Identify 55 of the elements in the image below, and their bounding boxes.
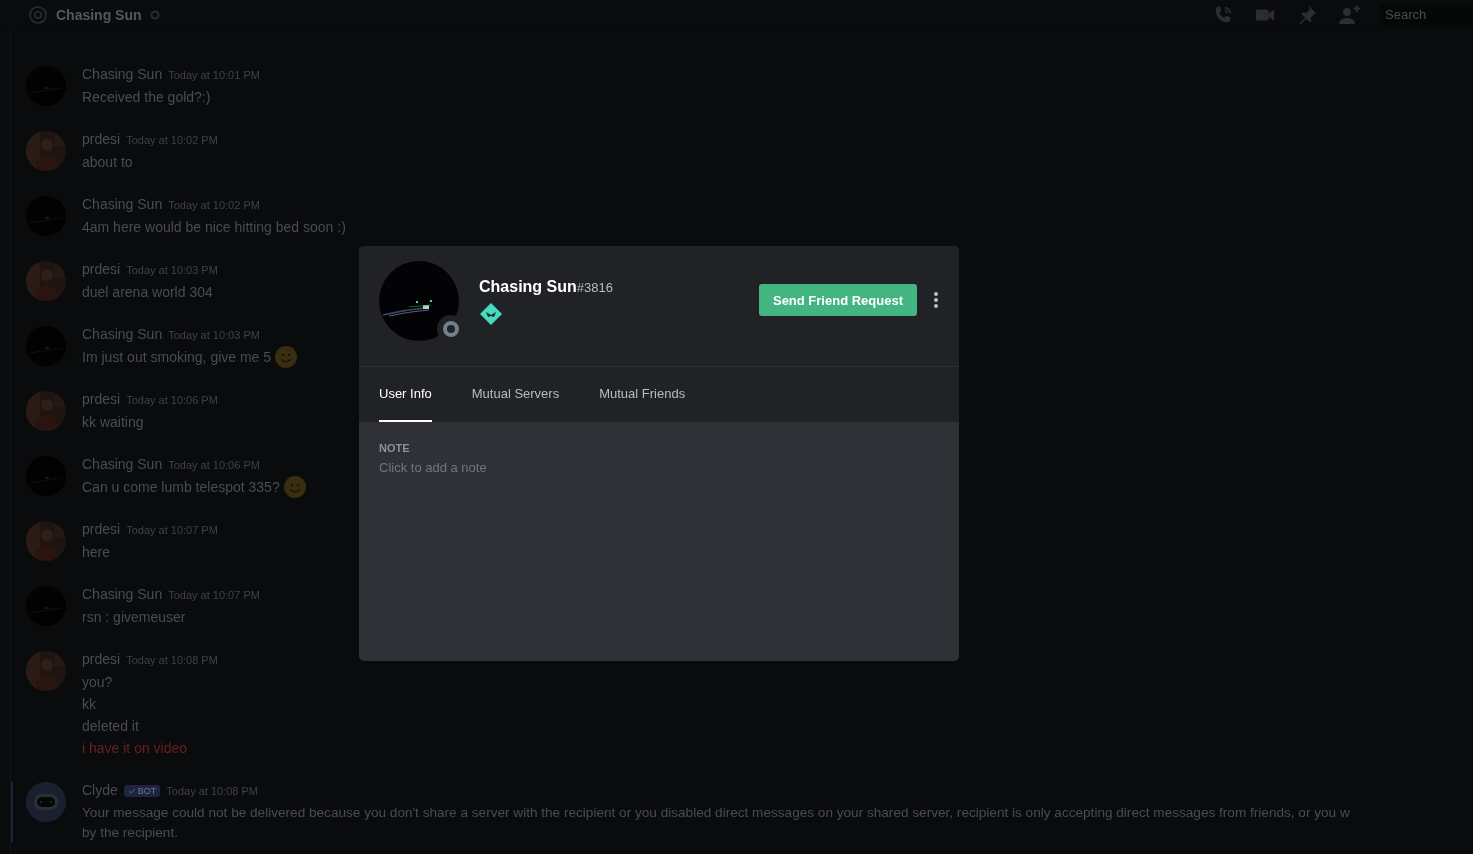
message-text: Your message could not be delivered because you don't share a server with the recipient or you disabled direct messages on your shared server, recipient is only accepting direct messages from friends, or you w bbox=[82, 804, 1350, 820]
profile-tab[interactable]: Mutual Servers bbox=[471, 367, 560, 422]
profile-tab[interactable]: Mutual Friends bbox=[599, 367, 686, 422]
message-text: Received the gold?:) bbox=[82, 89, 211, 105]
message-text: Im just out smoking, give me 5 bbox=[82, 349, 272, 365]
timestamp: Today at 10:06 PM bbox=[126, 394, 218, 406]
author-name[interactable]: prdesi bbox=[82, 651, 121, 667]
smiley-icon bbox=[275, 346, 298, 368]
message-text: rsn : givemeuser bbox=[82, 609, 186, 625]
message-text: about to bbox=[82, 154, 133, 170]
timestamp: Today at 10:07 PM bbox=[168, 589, 260, 601]
bot-avatar-icon bbox=[26, 782, 66, 822]
message-text: by the recipient. bbox=[82, 824, 178, 840]
timestamp: Today at 10:03 PM bbox=[168, 329, 260, 341]
author-name[interactable]: prdesi bbox=[82, 261, 121, 277]
timestamp: Today at 10:01 PM bbox=[168, 69, 260, 81]
timestamp: Today at 10:02 PM bbox=[126, 134, 218, 146]
author-name[interactable]: Clyde bbox=[82, 782, 118, 798]
search-field[interactable]: Search bbox=[1380, 3, 1473, 26]
diamond-badge-icon bbox=[479, 302, 503, 326]
author-name[interactable]: prdesi bbox=[82, 391, 121, 407]
author-name[interactable]: Chasing Sun bbox=[82, 196, 163, 212]
author-name[interactable]: Chasing Sun bbox=[82, 66, 163, 82]
author-name[interactable]: Chasing Sun bbox=[82, 326, 163, 342]
message-text: kk waiting bbox=[82, 414, 144, 430]
channel-title: Chasing Sun bbox=[56, 6, 142, 23]
message-text: here bbox=[82, 544, 111, 560]
user-tag: #3816 bbox=[576, 280, 613, 295]
add-friend-icon[interactable] bbox=[1338, 3, 1362, 26]
at-icon bbox=[28, 4, 48, 25]
more-options-icon[interactable] bbox=[933, 291, 939, 309]
timestamp: Today at 10:07 PM bbox=[126, 524, 218, 536]
timestamp: Today at 10:08 PM bbox=[126, 654, 218, 666]
bot-badge: BOT bbox=[123, 785, 161, 797]
timestamp: Today at 10:02 PM bbox=[168, 199, 260, 211]
message-text: Can u come lumb telespot 335? bbox=[82, 479, 280, 495]
note-label: NOTE bbox=[379, 442, 411, 454]
note-field[interactable]: Click to add a note bbox=[379, 460, 679, 482]
timestamp: Today at 10:08 PM bbox=[166, 785, 259, 797]
author-name[interactable]: prdesi bbox=[82, 131, 121, 147]
smiley-icon bbox=[283, 476, 306, 498]
author-name[interactable]: Chasing Sun bbox=[82, 586, 163, 602]
message-text: you? bbox=[82, 674, 113, 690]
message-text: kk bbox=[82, 696, 96, 712]
message-text: duel arena world 304 bbox=[82, 284, 213, 300]
timestamp: Today at 10:06 PM bbox=[168, 459, 260, 471]
username: Chasing Sun bbox=[479, 278, 577, 296]
send-friend-request-button[interactable]: Send Friend Request bbox=[758, 284, 917, 316]
message-text: deleted it bbox=[82, 718, 139, 734]
message-text: 4am here would be nice hitting bed soon :) bbox=[82, 219, 346, 235]
profile-tab[interactable]: User Info bbox=[379, 367, 432, 422]
timestamp: Today at 10:03 PM bbox=[126, 264, 218, 276]
message-text: i have it on video bbox=[82, 740, 188, 756]
author-name[interactable]: prdesi bbox=[82, 521, 121, 537]
author-name[interactable]: Chasing Sun bbox=[82, 456, 163, 472]
